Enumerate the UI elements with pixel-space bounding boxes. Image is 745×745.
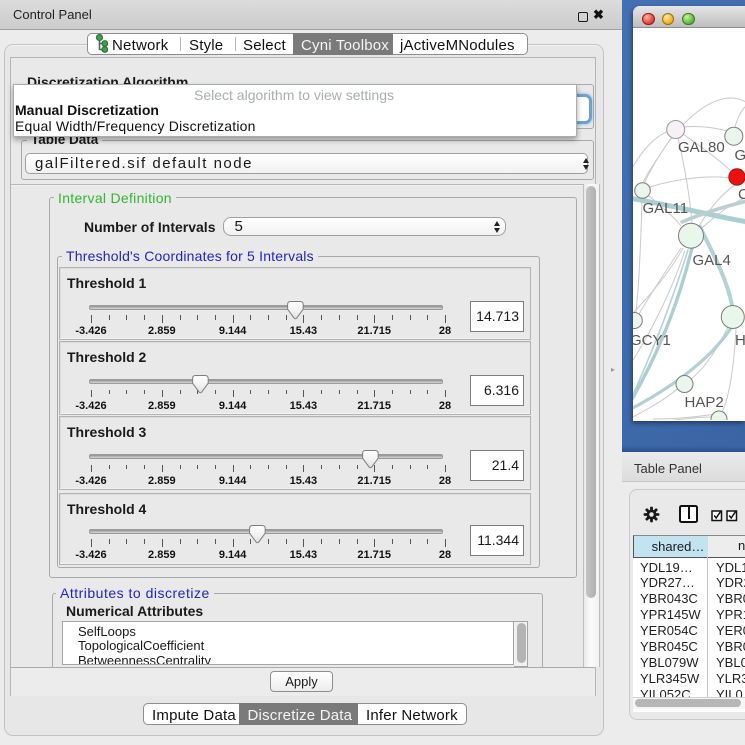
svg-text:GCY1: GCY1: [633, 332, 671, 349]
svg-text:GAL11: GAL11: [643, 200, 689, 217]
svg-text:G.: G.: [735, 147, 745, 164]
svg-text:HAP2: HAP2: [685, 394, 724, 411]
svg-text:C: C: [738, 186, 745, 203]
svg-text:GAL4: GAL4: [693, 252, 731, 269]
svg-text:GAL80: GAL80: [678, 139, 725, 156]
svg-text:H: H: [735, 332, 745, 349]
